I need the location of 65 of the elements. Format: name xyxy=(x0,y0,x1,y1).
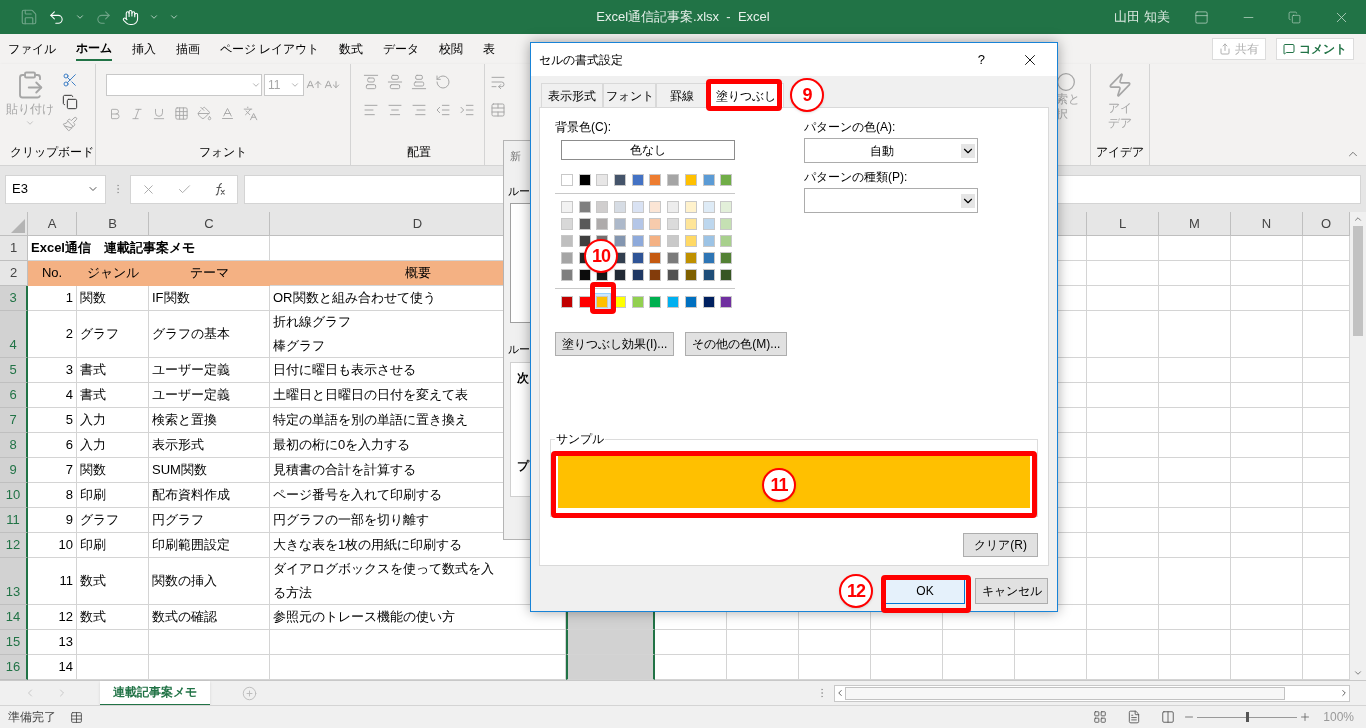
table-cell: 14 xyxy=(28,655,77,680)
table-cell: 印刷 xyxy=(77,533,149,558)
table-cell: ユーザー定義 xyxy=(149,383,270,408)
table-cell: 6 xyxy=(28,433,77,458)
group-label: アイデア xyxy=(1096,144,1144,161)
table-cell: 7 xyxy=(28,458,77,483)
table-cell: 9 xyxy=(28,508,77,533)
field-label: 背景色(C): xyxy=(555,119,612,136)
group-label: クリップボード xyxy=(9,144,95,161)
callout-tooltip: 9 xyxy=(790,78,824,112)
table-cell: グラフ xyxy=(77,508,149,533)
group-label: フォント xyxy=(199,144,248,161)
table-cell: 数式 xyxy=(77,605,149,630)
dialog-title: 新 xyxy=(510,149,522,164)
callout-tooltip: 12 xyxy=(839,574,873,608)
table-cell: SUM関数 xyxy=(149,458,270,483)
group-label: サンプル xyxy=(555,431,605,447)
table-cell: 4 xyxy=(28,383,77,408)
group-label: 配置 xyxy=(406,144,432,161)
table-cell: 配布資料作成 xyxy=(149,483,270,508)
table-cell: 入力 xyxy=(77,408,149,433)
table-cell: 書式 xyxy=(77,358,149,383)
table-cell: 13 xyxy=(28,630,77,655)
cell-text: 折れ線グラフ xyxy=(273,313,351,331)
rule-text: プ xyxy=(517,457,531,475)
cell-text: 棒グラフ xyxy=(273,337,326,355)
table-cell: 8 xyxy=(28,483,77,508)
table-cell: 表示形式 xyxy=(149,433,270,458)
table-cell: 2 xyxy=(28,311,77,358)
table-cell: 3 xyxy=(28,358,77,383)
table-cell: 数式 xyxy=(77,558,149,605)
field-label: パターンの色(A): xyxy=(804,119,897,136)
table-cell: 書式 xyxy=(77,383,149,408)
table-cell: グラフ xyxy=(77,311,149,358)
table-cell: 検索と置換 xyxy=(149,408,270,433)
table-cell: グラフの基本 xyxy=(149,311,270,358)
field-label: ルー xyxy=(508,342,531,357)
table-cell: 関数 xyxy=(77,286,149,311)
dialog-title: セルの書式設定 xyxy=(539,51,624,69)
cell-text: る方法 xyxy=(273,584,313,602)
cell-text: ダイアログボックスを使って数式を入 xyxy=(273,560,494,578)
table-cell: IF関数 xyxy=(149,286,270,311)
table-cell: 11 xyxy=(28,558,77,605)
sheet-title: Excel通信 連載記事案メモ xyxy=(28,236,270,261)
column-heading: ジャンル xyxy=(77,261,149,286)
status-text: 準備完了 xyxy=(8,709,56,726)
table-cell: 円グラフ xyxy=(149,508,270,533)
table-cell: 印刷 xyxy=(77,483,149,508)
table-cell: 関数の挿入 xyxy=(149,558,270,605)
table-cell: 10 xyxy=(28,533,77,558)
column-heading: No. xyxy=(28,261,77,286)
font-size-value: 11 xyxy=(268,77,281,94)
table-cell: 1 xyxy=(28,286,77,311)
table-cell: 印刷範囲設定 xyxy=(149,533,270,558)
table-cell: 12 xyxy=(28,605,77,630)
window-title: Excel通信記事案.xlsx - Excel xyxy=(596,8,770,27)
table-cell: 数式の確認 xyxy=(149,605,270,630)
table-cell: 5 xyxy=(28,408,77,433)
table-cell: ユーザー定義 xyxy=(149,358,270,383)
table-cell: 関数 xyxy=(77,458,149,483)
field-label: ルー xyxy=(508,183,531,199)
field-label: パターンの種類(P): xyxy=(804,169,909,186)
cell-reference: E3 xyxy=(12,180,28,199)
column-heading: テーマ xyxy=(149,261,270,286)
table-cell: 入力 xyxy=(77,433,149,458)
